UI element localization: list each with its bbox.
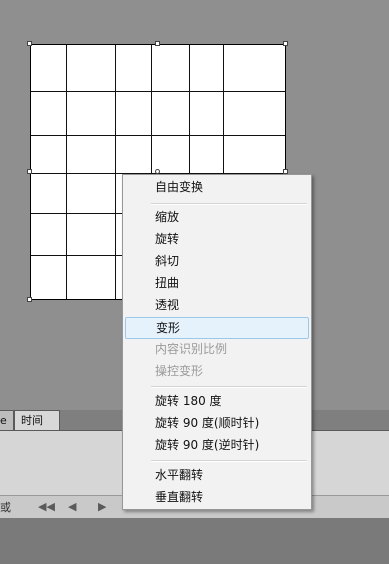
grid-line	[66, 45, 67, 299]
menu-item-perspective[interactable]: 透视	[125, 294, 309, 316]
menu-item-rotate-90-cw[interactable]: 旋转 90 度(顺时针)	[125, 412, 309, 434]
menu-item-flip-vertical[interactable]: 垂直翻转	[125, 486, 309, 508]
transform-handle-bottom-left[interactable]	[27, 297, 32, 302]
transform-handle-middle-left[interactable]	[27, 169, 32, 174]
first-frame-icon[interactable]: ◀◀	[38, 500, 55, 513]
transform-handle-top-right[interactable]	[283, 41, 288, 46]
menu-item-warp[interactable]: 变形	[125, 317, 309, 339]
grid-line	[31, 135, 285, 136]
menu-separator	[151, 460, 307, 462]
tab-partial[interactable]: e	[0, 410, 14, 430]
play-icon[interactable]: ▶	[98, 500, 106, 513]
menu-item-puppet-warp: 操控变形	[155, 364, 204, 378]
toolbar-text-fragment: 或	[0, 501, 11, 514]
tab-timeline[interactable]: 时间轴	[14, 410, 60, 447]
transform-context-menu: 自由变换 缩放 旋转 斜切 扭曲 透视 变形 内容识别比例 操控变形 旋转 18…	[122, 174, 312, 510]
menu-item-free-transform[interactable]: 自由变换	[125, 176, 309, 198]
menu-separator	[151, 203, 307, 205]
grid-line	[115, 45, 116, 299]
transform-handle-top-center[interactable]	[155, 41, 160, 46]
menu-item-rotate[interactable]: 旋转	[125, 228, 309, 250]
menu-item-content-aware-scale: 内容识别比例	[155, 342, 228, 356]
menu-item-rotate-90-ccw[interactable]: 旋转 90 度(逆时针)	[125, 434, 309, 456]
prev-frame-icon[interactable]: ◀	[68, 500, 76, 513]
menu-item-rotate-180[interactable]: 旋转 180 度	[125, 390, 309, 412]
timeline-footer	[0, 518, 389, 564]
menu-item-skew[interactable]: 斜切	[125, 250, 309, 272]
menu-item-flip-horizontal[interactable]: 水平翻转	[125, 464, 309, 486]
grid-line	[31, 91, 285, 92]
menu-separator	[151, 386, 307, 388]
transform-handle-top-left[interactable]	[27, 41, 32, 46]
menu-item-scale[interactable]: 缩放	[125, 206, 309, 228]
menu-item-distort[interactable]: 扭曲	[125, 272, 309, 294]
